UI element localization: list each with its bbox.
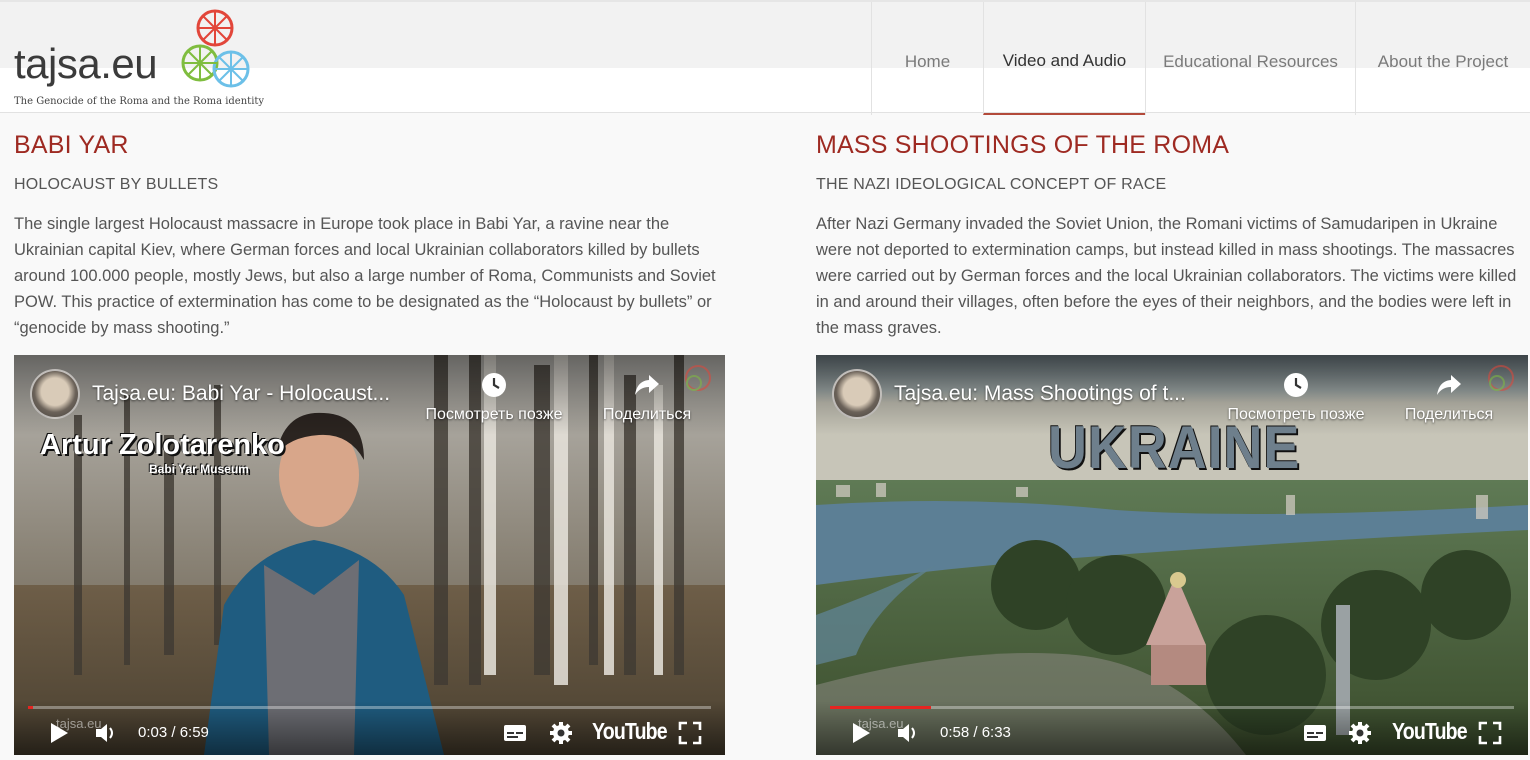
clock-icon <box>1284 373 1308 397</box>
nav-video-and-audio[interactable]: Video and Audio <box>983 2 1145 115</box>
fullscreen-icon[interactable] <box>678 721 702 745</box>
site-logo[interactable]: tajsa.eu <box>14 40 158 88</box>
youtube-logo[interactable]: YouTube <box>1392 718 1468 745</box>
logo-tagline: The Genocide of the Roma and the Roma id… <box>14 96 265 107</box>
nav-about-the-project[interactable]: About the Project <box>1355 2 1530 115</box>
settings-gear-icon[interactable] <box>1348 721 1372 745</box>
video-player-babi-yar[interactable]: Tajsa.eu: Babi Yar - Holocaust... Посмот… <box>14 355 725 755</box>
share-arrow-icon <box>1437 375 1461 395</box>
play-icon[interactable] <box>850 721 872 745</box>
site-header: tajsa.eu The Genocide of the Roma and th… <box>0 0 1530 115</box>
video-progress-fill <box>830 706 931 709</box>
play-icon[interactable] <box>48 721 70 745</box>
channel-avatar[interactable] <box>832 369 882 419</box>
video-progress-bar[interactable] <box>830 706 1514 709</box>
video-player-mass-shootings[interactable]: Tajsa.eu: Mass Shootings of t... Посмотр… <box>816 355 1528 755</box>
volume-icon[interactable] <box>896 721 922 745</box>
main-nav: Home Video and Audio Educational Resourc… <box>871 2 1530 115</box>
section-subtitle: THE NAZI IDEOLOGICAL CONCEPT OF RACE <box>816 176 1167 193</box>
wheel-watermark-icon <box>1488 365 1514 391</box>
share-label: Поделиться <box>602 406 692 423</box>
section-subtitle: HOLOCAUST BY BULLETS <box>14 176 219 193</box>
watch-later-label: Посмотреть позже <box>425 406 563 423</box>
section-description: After Nazi Germany invaded the Soviet Un… <box>816 215 1517 337</box>
nav-home[interactable]: Home <box>871 2 983 115</box>
video-title[interactable]: Tajsa.eu: Babi Yar - Holocaust... <box>92 382 390 406</box>
speaker-name-caption: Artur Zolotarenko <box>40 429 285 461</box>
video-time: 0:03 / 6:59 <box>138 724 209 741</box>
section-description: The single largest Holocaust massacre in… <box>14 215 716 337</box>
subtitles-icon[interactable] <box>503 721 527 745</box>
ukraine-caption: UKRAINE <box>1048 414 1301 481</box>
nav-educational-resources[interactable]: Educational Resources <box>1145 2 1355 115</box>
youtube-logo[interactable]: YouTube <box>592 718 668 745</box>
video-progress-bar[interactable] <box>28 706 711 709</box>
clock-icon <box>482 373 506 397</box>
settings-gear-icon[interactable] <box>549 721 573 745</box>
volume-icon[interactable] <box>94 721 120 745</box>
fullscreen-icon[interactable] <box>1478 721 1502 745</box>
wheel-watermark-icon <box>685 365 711 391</box>
channel-avatar[interactable] <box>30 369 80 419</box>
roma-wheel-logo-icon <box>181 9 250 88</box>
share-label: Поделиться <box>1404 406 1494 423</box>
video-time: 0:58 / 6:33 <box>940 724 1011 741</box>
section-title: BABI YAR <box>14 131 129 159</box>
watch-later-button[interactable]: Посмотреть позже <box>409 372 579 424</box>
share-arrow-icon <box>635 375 659 395</box>
video-title[interactable]: Tajsa.eu: Mass Shootings of t... <box>894 382 1186 406</box>
video-progress-fill <box>28 706 33 709</box>
speaker-role-caption: Babi Yar Museum <box>149 462 249 476</box>
subtitles-icon[interactable] <box>1303 721 1327 745</box>
section-title: MASS SHOOTINGS OF THE ROMA <box>816 131 1230 159</box>
